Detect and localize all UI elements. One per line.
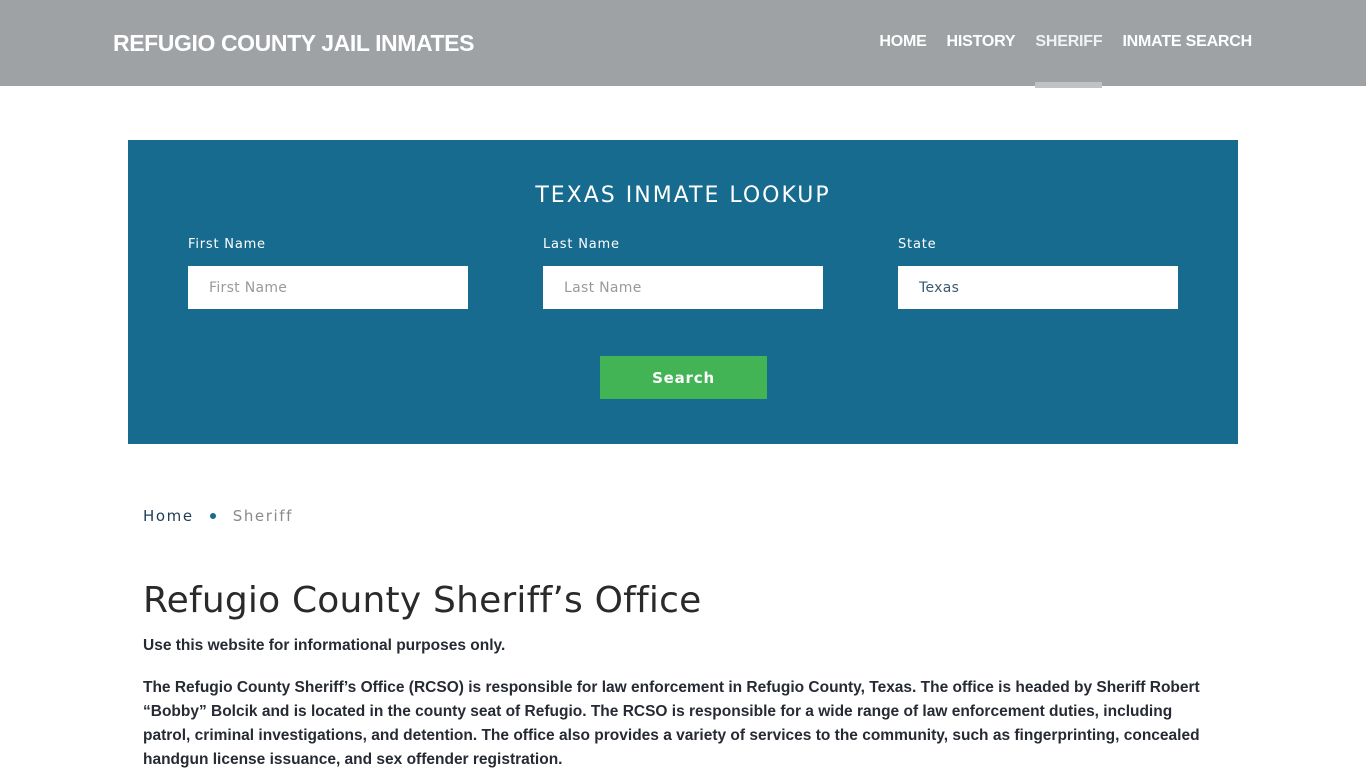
site-brand[interactable]: REFUGIO COUNTY JAIL INMATES [113, 30, 474, 57]
inmate-lookup-panel: TEXAS INMATE LOOKUP First Name Last Name… [128, 140, 1238, 444]
first-name-label: First Name [188, 237, 266, 252]
breadcrumb: Home Sheriff [143, 507, 293, 525]
search-button[interactable]: Search [600, 356, 767, 399]
lookup-title: TEXAS INMATE LOOKUP [535, 183, 831, 208]
first-name-group: First Name [188, 237, 468, 309]
nav-sheriff[interactable]: SHERIFF [1035, 33, 1103, 88]
state-group: State [898, 237, 1178, 309]
nav-history[interactable]: HISTORY [947, 33, 1016, 53]
nav-home[interactable]: HOME [879, 33, 926, 53]
last-name-input[interactable] [543, 266, 823, 309]
disclaimer-text: Use this website for informational purpo… [143, 637, 506, 654]
page-title: Refugio County Sheriff’s Office [143, 580, 702, 621]
intro-paragraph: The Refugio County Sheriff’s Office (RCS… [143, 679, 1200, 768]
breadcrumb-home[interactable]: Home [143, 507, 194, 525]
breadcrumb-current: Sheriff [232, 507, 294, 525]
nav-inmate-search[interactable]: INMATE SEARCH [1122, 33, 1252, 53]
breadcrumb-separator-dot-icon [209, 513, 216, 519]
first-name-input[interactable] [188, 266, 468, 309]
state-input[interactable] [898, 266, 1178, 309]
top-navigation-bar: REFUGIO COUNTY JAIL INMATES HOME HISTORY… [0, 0, 1366, 88]
state-label: State [898, 237, 937, 252]
last-name-group: Last Name [543, 237, 823, 309]
last-name-label: Last Name [543, 237, 620, 252]
main-nav: HOME HISTORY SHERIFF INMATE SEARCH [859, 33, 1252, 88]
